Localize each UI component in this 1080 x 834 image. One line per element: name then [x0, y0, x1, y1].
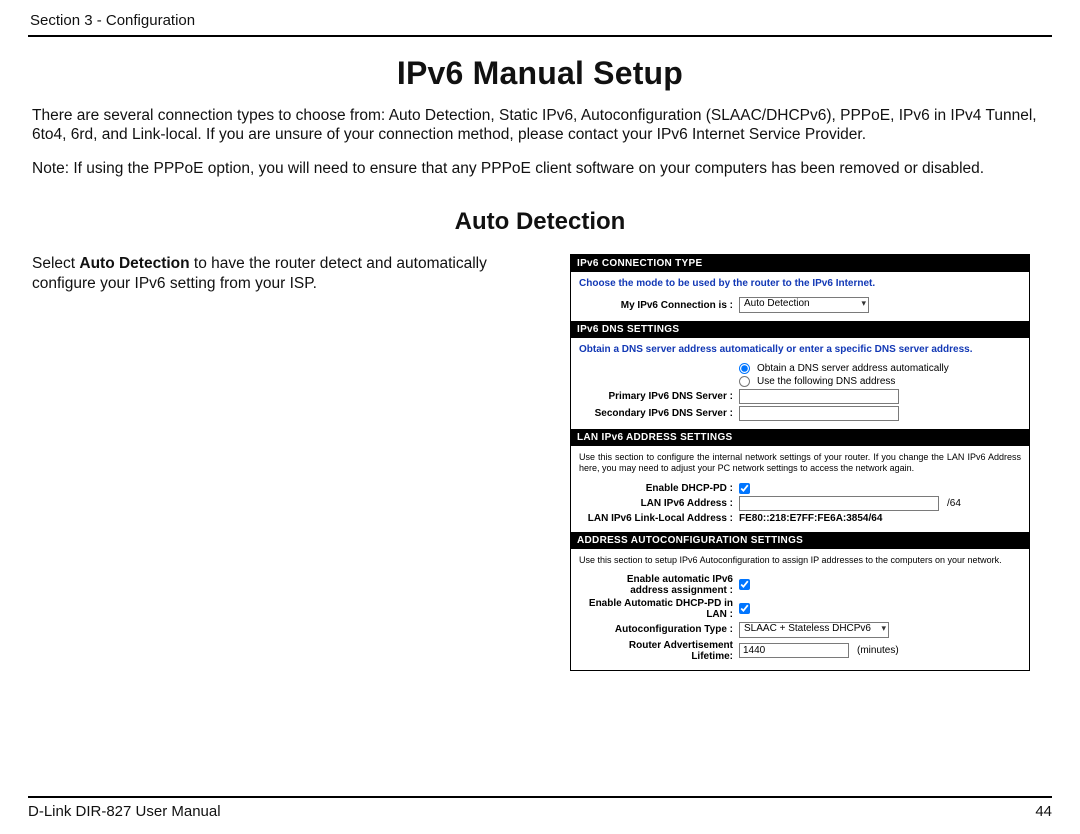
dns-manual-label: Use the following DNS address	[757, 376, 895, 387]
autoconfig-type-select[interactable]: SLAAC + Stateless DHCPv6	[739, 622, 889, 638]
ipv6-connection-hint: Choose the mode to be used by the router…	[579, 278, 1021, 289]
dns-manual-radio[interactable]	[739, 376, 750, 387]
section-subtitle: Auto Detection	[28, 208, 1052, 236]
link-local-value: FE80::218:E7FF:FE6A:3854/64	[739, 513, 882, 524]
desc-bold: Auto Detection	[79, 255, 189, 272]
page-title: IPv6 Manual Setup	[28, 55, 1052, 92]
ra-lifetime-label-2: Lifetime:	[691, 651, 733, 662]
link-local-label: LAN IPv6 Link-Local Address :	[579, 513, 739, 524]
lan-ipv6-suffix: /64	[947, 498, 961, 509]
footer-rule	[28, 796, 1052, 798]
description-text: Select Auto Detection to have the router…	[32, 254, 552, 671]
ipv6-connection-select[interactable]: Auto Detection	[739, 297, 869, 313]
ipv6-connection-type-header: IPv6 CONNECTION TYPE	[571, 255, 1029, 272]
my-ipv6-connection-label: My IPv6 Connection is :	[579, 300, 739, 311]
primary-dns-label: Primary IPv6 DNS Server :	[579, 391, 739, 402]
section-header: Section 3 - Configuration	[28, 10, 1052, 37]
address-autoconfig-header: ADDRESS AUTOCONFIGURATION SETTINGS	[571, 532, 1029, 549]
desc-pre: Select	[32, 255, 79, 272]
address-autoconfig-hint: Use this section to setup IPv6 Autoconfi…	[579, 555, 1021, 566]
auto-dhcp-pd-label-2: LAN :	[706, 609, 733, 620]
lan-ipv6-hint: Use this section to configure the intern…	[579, 452, 1021, 475]
secondary-dns-label: Secondary IPv6 DNS Server :	[579, 408, 739, 419]
autoconfig-type-label: Autoconfiguration Type :	[579, 624, 739, 635]
lan-ipv6-address-label: LAN IPv6 Address :	[579, 498, 739, 509]
enable-dhcp-pd-label: Enable DHCP-PD :	[579, 483, 739, 494]
lan-ipv6-address-header: LAN IPv6 ADDRESS SETTINGS	[571, 429, 1029, 446]
ra-lifetime-input[interactable]	[739, 643, 849, 658]
footer-page-number: 44	[1035, 803, 1052, 820]
auto-assign-checkbox[interactable]	[739, 579, 750, 590]
lan-ipv6-address-input[interactable]	[739, 496, 939, 511]
dns-auto-radio[interactable]	[739, 363, 750, 374]
ra-lifetime-suffix: (minutes)	[857, 645, 899, 656]
intro-paragraph-2: Note: If using the PPPoE option, you wil…	[32, 159, 1048, 178]
auto-dhcp-pd-checkbox[interactable]	[739, 603, 750, 614]
dns-auto-label: Obtain a DNS server address automaticall…	[757, 363, 949, 374]
secondary-dns-input[interactable]	[739, 406, 899, 421]
enable-dhcp-pd-checkbox[interactable]	[739, 483, 750, 494]
ipv6-dns-settings-header: IPv6 DNS SETTINGS	[571, 321, 1029, 338]
primary-dns-input[interactable]	[739, 389, 899, 404]
footer-left: D-Link DIR-827 User Manual	[28, 803, 221, 820]
auto-assign-label-2: address assignment :	[630, 585, 733, 596]
intro-paragraph-1: There are several connection types to ch…	[32, 106, 1048, 145]
ra-lifetime-label-1: Router Advertisement	[629, 640, 733, 651]
auto-assign-label-1: Enable automatic IPv6	[627, 574, 733, 585]
autoconfig-type-value: SLAAC + Stateless DHCPv6	[739, 622, 889, 638]
ipv6-dns-hint: Obtain a DNS server address automaticall…	[579, 344, 1021, 355]
router-config-panel: IPv6 CONNECTION TYPE Choose the mode to …	[570, 254, 1030, 671]
auto-dhcp-pd-label-1: Enable Automatic DHCP-PD in	[589, 598, 733, 609]
ipv6-connection-value: Auto Detection	[739, 297, 869, 313]
